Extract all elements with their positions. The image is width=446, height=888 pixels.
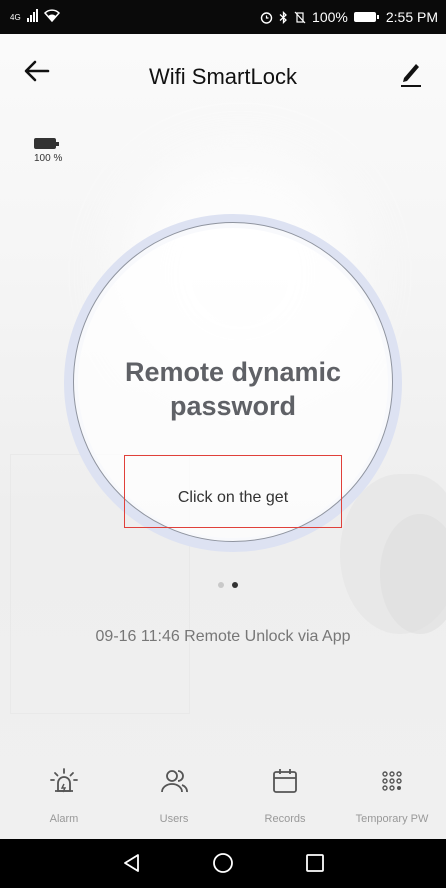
vibrate-off-icon [294, 11, 306, 23]
pager-dot-active[interactable] [232, 582, 238, 588]
status-right: 100% 2:55 PM [260, 9, 438, 25]
bluetooth-icon [279, 10, 287, 24]
recents-square-icon[interactable] [303, 851, 327, 875]
nav-label-users: Users [159, 813, 189, 825]
signal-icon [26, 9, 38, 22]
password-title: Remote dynamic password [124, 357, 342, 421]
lock-battery: 100 % [34, 138, 62, 164]
battery-icon [34, 138, 59, 149]
status-bar: 4G 100% 2:55 PM [0, 0, 446, 34]
alarm-icon [50, 768, 78, 793]
wifi-icon [43, 9, 60, 22]
nav-label-records: Records [264, 813, 306, 825]
pager-dots [218, 582, 238, 588]
bottom-nav: Alarm Users Records Temporary PW [0, 755, 446, 839]
last-record[interactable]: 09-16 11:46 Remote Unlock via App [0, 628, 446, 646]
battery-icon [353, 12, 379, 22]
app-header: Wifi SmartLock [0, 34, 446, 124]
calendar-icon [273, 769, 297, 793]
nav-item-records[interactable]: Records [230, 765, 340, 825]
nav-item-temporary-pw[interactable]: Temporary PW [337, 765, 446, 825]
network-type: 4G [10, 13, 21, 22]
nav-item-alarm[interactable]: Alarm [9, 765, 119, 825]
nav-item-users[interactable]: Users [119, 765, 229, 825]
nav-label-temporary-pw: Temporary PW [355, 813, 429, 825]
clock: 2:55 PM [385, 9, 438, 25]
system-nav-bar [0, 839, 446, 888]
pager-dot[interactable] [218, 582, 224, 588]
alarm-clock-icon [260, 11, 273, 24]
home-circle-icon[interactable] [211, 851, 235, 875]
lock-battery-text: 100 % [34, 153, 63, 164]
battery-percent: 100% [312, 9, 348, 25]
status-left: 4G [10, 9, 60, 22]
get-password-button[interactable]: Click on the get [124, 489, 342, 507]
keypad-icon [382, 771, 402, 791]
pencil-icon[interactable] [398, 58, 424, 88]
nav-label-alarm: Alarm [49, 813, 79, 825]
page-title: Wifi SmartLock [149, 64, 297, 89]
users-icon [161, 770, 188, 793]
back-triangle-icon[interactable] [120, 851, 144, 875]
